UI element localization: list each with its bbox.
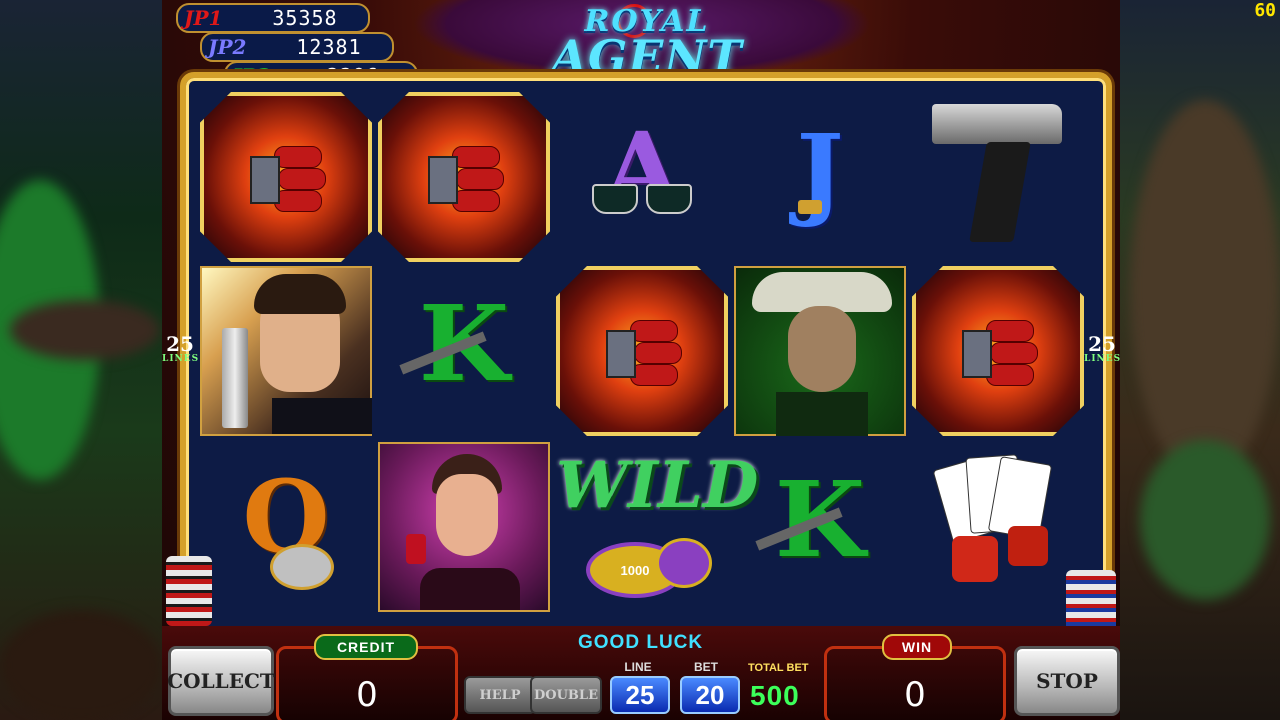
total-bet-label: TOTAL BET bbox=[748, 662, 809, 674]
femme-fatale-symbol bbox=[378, 442, 550, 612]
agent-hair-icon bbox=[254, 274, 346, 314]
lines-number: 25 bbox=[1088, 332, 1116, 356]
pistol-slide-icon bbox=[932, 104, 1062, 144]
line-selector[interactable]: 25 bbox=[610, 676, 670, 714]
lipstick-icon bbox=[406, 534, 426, 564]
left-background bbox=[0, 0, 162, 720]
jackpot-label: JP2 bbox=[208, 35, 247, 59]
dynamite-icon bbox=[244, 146, 334, 216]
agent-suit-icon bbox=[272, 398, 372, 434]
gangster-symbol bbox=[734, 266, 906, 436]
lines-number: 25 bbox=[166, 332, 194, 356]
jackpot-2: JP2 12381 bbox=[200, 32, 394, 62]
lines-word: LINES bbox=[1084, 354, 1120, 364]
collect-button[interactable]: COLLECT bbox=[167, 646, 275, 716]
help-button[interactable]: HELP bbox=[464, 676, 536, 714]
woman-face-icon bbox=[436, 474, 498, 556]
gangster-suit-icon bbox=[776, 392, 868, 436]
credit-value: 0 bbox=[356, 675, 378, 715]
credit-label: CREDIT bbox=[314, 634, 418, 660]
queen-symbol: Q bbox=[200, 442, 372, 612]
jack-symbol: J bbox=[734, 92, 906, 262]
background-gun-blur bbox=[10, 300, 160, 360]
wild-symbol: WILD 1000 bbox=[556, 442, 759, 612]
stop-button[interactable]: STOP bbox=[1014, 646, 1120, 716]
king-symbol: K bbox=[734, 442, 906, 612]
reel-grid: A J K bbox=[200, 92, 1084, 614]
cards-dice-symbol bbox=[912, 442, 1084, 612]
pistol-symbol bbox=[912, 92, 1084, 262]
gangster-face-icon bbox=[788, 306, 856, 392]
status-message: GOOD LUCK bbox=[578, 632, 704, 653]
king-symbol: K bbox=[378, 266, 550, 436]
dynamite-symbol bbox=[912, 266, 1084, 436]
dice-icon bbox=[1008, 526, 1048, 566]
dice-icon bbox=[952, 536, 998, 582]
ace-symbol: A bbox=[556, 92, 728, 262]
bet-label: BET bbox=[694, 660, 718, 674]
dynamite-symbol bbox=[378, 92, 550, 262]
jackpot-1: JP1 35358 bbox=[176, 3, 370, 33]
bet-selector[interactable]: 20 bbox=[680, 676, 740, 714]
fps-counter: 60 bbox=[1254, 0, 1276, 21]
jackpot-label: JP1 bbox=[184, 6, 223, 30]
dynamite-symbol bbox=[556, 266, 728, 436]
background-hand-blur bbox=[1140, 440, 1270, 600]
win-value: 0 bbox=[904, 675, 926, 715]
chip-value: 1000 bbox=[620, 562, 650, 578]
background-face-blur bbox=[1130, 100, 1280, 480]
dynamite-icon bbox=[956, 320, 1046, 390]
chip-stack-icon bbox=[162, 516, 222, 626]
lines-marker-right: 25 LINES bbox=[1084, 334, 1120, 364]
agent-symbol bbox=[200, 266, 372, 436]
total-bet-value: 500 bbox=[750, 680, 800, 711]
dynamite-symbol bbox=[200, 92, 372, 262]
dynamite-icon bbox=[422, 146, 512, 216]
lines-word: LINES bbox=[162, 354, 200, 364]
pistol-grip-icon bbox=[969, 142, 1031, 242]
jackpot-value: 12381 bbox=[296, 35, 362, 59]
jackpot-value: 35358 bbox=[272, 6, 338, 30]
watch-icon bbox=[270, 544, 334, 590]
dynamite-icon bbox=[600, 320, 690, 390]
wild-text: WILD bbox=[556, 448, 759, 523]
right-background bbox=[1120, 0, 1280, 720]
woman-dress-icon bbox=[420, 568, 520, 610]
slot-machine: ROYAL AGENT JP1 35358 JP2 12381 JP3 3296… bbox=[162, 0, 1120, 720]
line-label: LINE bbox=[624, 660, 652, 674]
win-label: WIN bbox=[882, 634, 952, 660]
lighter-icon bbox=[798, 200, 822, 214]
lines-marker-left: 25 LINES bbox=[162, 334, 198, 364]
sunglasses-icon bbox=[592, 184, 692, 214]
poker-chip-icon bbox=[656, 538, 712, 588]
background-bottom-blur bbox=[0, 610, 162, 720]
double-button[interactable]: DOUBLE bbox=[530, 676, 602, 714]
agent-gun-icon bbox=[222, 328, 248, 428]
